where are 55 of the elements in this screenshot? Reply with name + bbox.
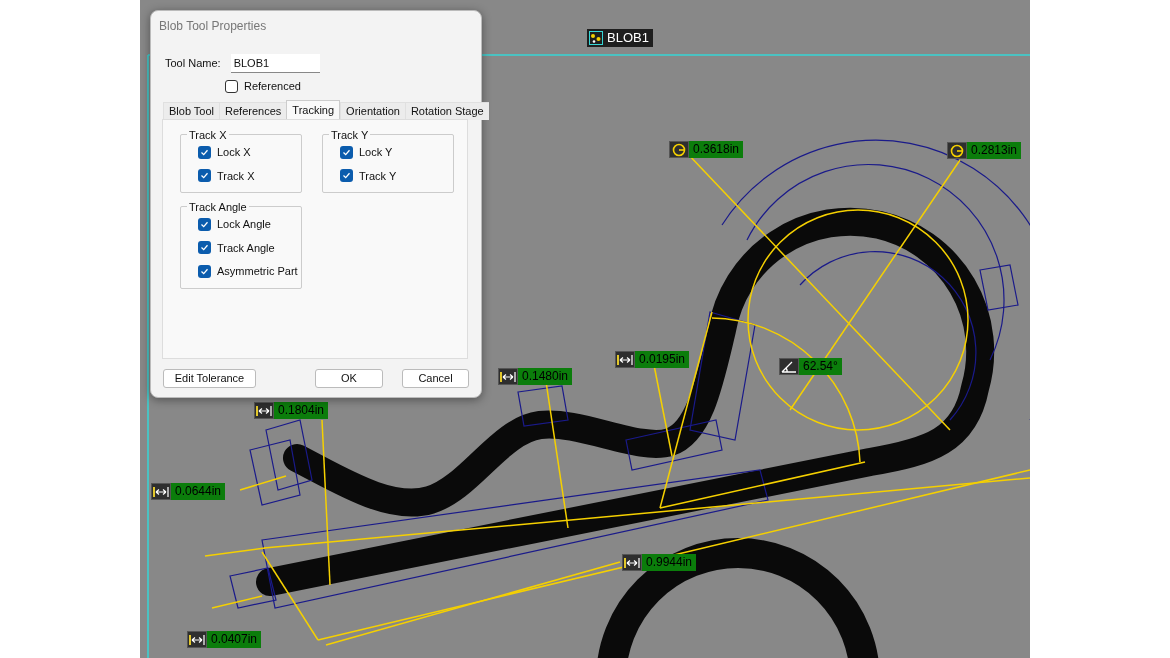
checkmark-icon	[200, 219, 209, 229]
width-icon	[624, 556, 640, 569]
width-icon	[617, 353, 633, 366]
width-icon	[256, 404, 272, 417]
checkbox[interactable]	[340, 169, 353, 183]
measurement-label: 0.0195in	[615, 351, 690, 368]
checkbox[interactable]	[225, 79, 238, 93]
measurement-label: 0.3618in	[669, 141, 744, 158]
dialog-button[interactable]: Edit Tolerance	[163, 369, 256, 388]
angle-icon	[781, 360, 797, 373]
tool-tag: BLOB1	[587, 29, 653, 47]
checkmark-icon	[200, 266, 209, 276]
checkmark-icon	[200, 171, 209, 181]
checkmark-icon	[200, 147, 209, 157]
measurement-label: 0.1804in	[254, 402, 329, 419]
measurement-label: 0.0644in	[151, 483, 226, 500]
measurement-label: 0.0407in	[187, 631, 262, 648]
dialog-button[interactable]: OK	[315, 369, 383, 388]
checkbox[interactable]	[198, 264, 211, 278]
checkbox[interactable]	[198, 241, 211, 255]
option-label: Asymmetric Part	[217, 264, 298, 279]
checkmark-icon	[200, 243, 209, 253]
checkmark-icon	[342, 147, 351, 157]
checkbox[interactable]	[198, 169, 211, 183]
measurement-label: 0.9944in	[622, 554, 697, 571]
search-region-outline	[517, 385, 569, 427]
checkbox[interactable]	[198, 217, 211, 231]
tab[interactable]: Orientation	[340, 102, 405, 120]
checkbox[interactable]	[340, 145, 353, 159]
option-label: Track X	[217, 168, 255, 184]
tool-name-label: Tool Name:	[165, 56, 221, 72]
radius-icon	[672, 142, 686, 157]
option-label: Lock Y	[359, 145, 393, 160]
referenced-label: Referenced	[244, 79, 301, 94]
tab[interactable]: Tracking	[286, 100, 341, 120]
option-label: Track Y	[359, 168, 397, 184]
dialog-button[interactable]: Cancel	[402, 369, 469, 388]
measurement-label: 0.2813in	[947, 142, 1022, 159]
width-icon	[500, 370, 516, 383]
tab[interactable]: Blob Tool	[163, 102, 220, 120]
tab[interactable]: Rotation Stage	[404, 102, 489, 120]
radius-icon	[950, 143, 964, 158]
dialog-title: Blob Tool Properties	[159, 18, 267, 35]
measurement-label: 0.1480in	[498, 368, 573, 385]
checkmark-icon	[342, 171, 351, 181]
width-icon	[153, 485, 169, 498]
option-label: Track Angle	[217, 240, 275, 256]
option-label: Lock Angle	[217, 217, 271, 232]
width-icon	[189, 633, 205, 646]
option-label: Lock X	[217, 145, 251, 160]
tab[interactable]: References	[219, 102, 287, 120]
measurement-label: 62.54°	[779, 358, 842, 375]
checkbox[interactable]	[198, 145, 211, 159]
tool-name-field[interactable]: BLOB1	[230, 54, 320, 73]
blob-tool-icon	[589, 31, 603, 45]
